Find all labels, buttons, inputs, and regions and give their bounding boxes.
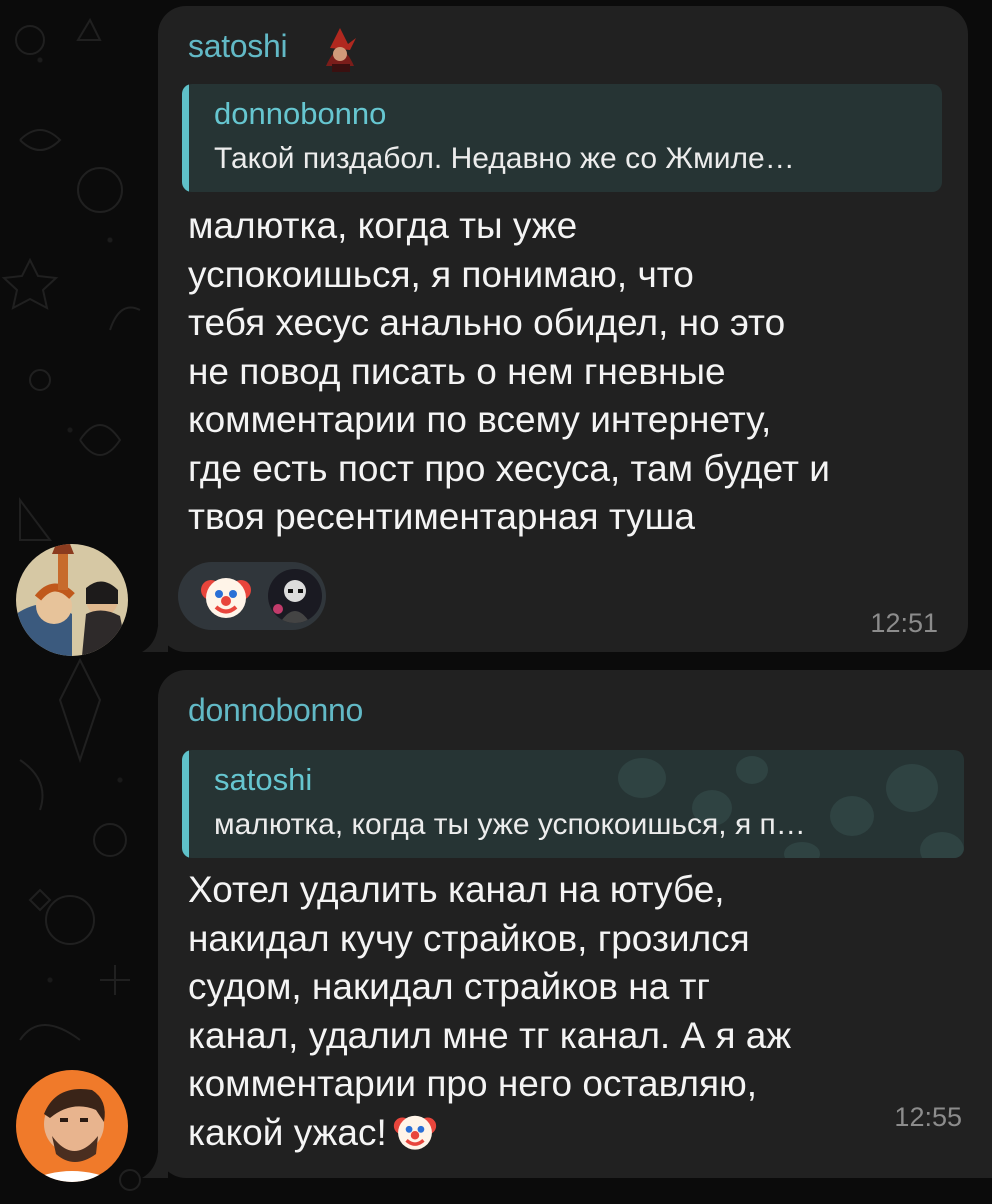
message-time: 12:51 xyxy=(870,608,938,638)
reply-text: Такой пиздабол. Недавно же со Жмиле… xyxy=(214,142,795,175)
clown-emoji-icon xyxy=(393,1115,436,1150)
reply-quote[interactable]: satoshi малютка, когда ты уже успокоишьс… xyxy=(182,750,964,858)
sender-name[interactable]: satoshi xyxy=(188,28,288,65)
message-text-content: Хотел удалить канал на ютубе, накидал ку… xyxy=(188,869,792,1153)
avatar-image xyxy=(16,1070,128,1182)
reaction-user-avatar[interactable] xyxy=(268,569,322,623)
reply-author: satoshi xyxy=(214,762,313,797)
reply-quote-bar xyxy=(182,750,189,858)
premium-emoji-status-icon[interactable] xyxy=(312,26,368,74)
reactions-bar[interactable] xyxy=(178,562,326,630)
reaction-avatar-image xyxy=(268,569,322,623)
message-time: 12:55 xyxy=(894,1102,962,1132)
message-text: Хотел удалить канал на ютубе, накидал ку… xyxy=(188,866,888,1157)
reply-author: donnobonno xyxy=(214,96,387,131)
bubble-tail xyxy=(142,1152,168,1178)
message-bubble[interactable]: donnobonno satoshi малютка, когда ты уже… xyxy=(142,670,992,1178)
sender-avatar[interactable] xyxy=(16,544,128,656)
bubble-tail xyxy=(142,626,168,652)
avatar-image xyxy=(16,544,128,656)
reply-quote[interactable]: donnobonno Такой пиздабол. Недавно же со… xyxy=(182,84,942,192)
message-text: малютка, когда ты уже успокоишься, я пон… xyxy=(188,205,830,537)
reply-quote-bar xyxy=(182,84,189,192)
clown-emoji-icon[interactable] xyxy=(200,570,252,622)
reply-text: малютка, когда ты уже успокоишься, я п… xyxy=(214,808,806,841)
chat-view: satoshi donnobonno Такой пиздабол. Недав… xyxy=(0,0,992,1204)
sender-avatar[interactable] xyxy=(16,1070,128,1182)
message-bubble[interactable]: satoshi donnobonno Такой пиздабол. Недав… xyxy=(142,6,968,652)
sender-name[interactable]: donnobonno xyxy=(188,692,363,729)
